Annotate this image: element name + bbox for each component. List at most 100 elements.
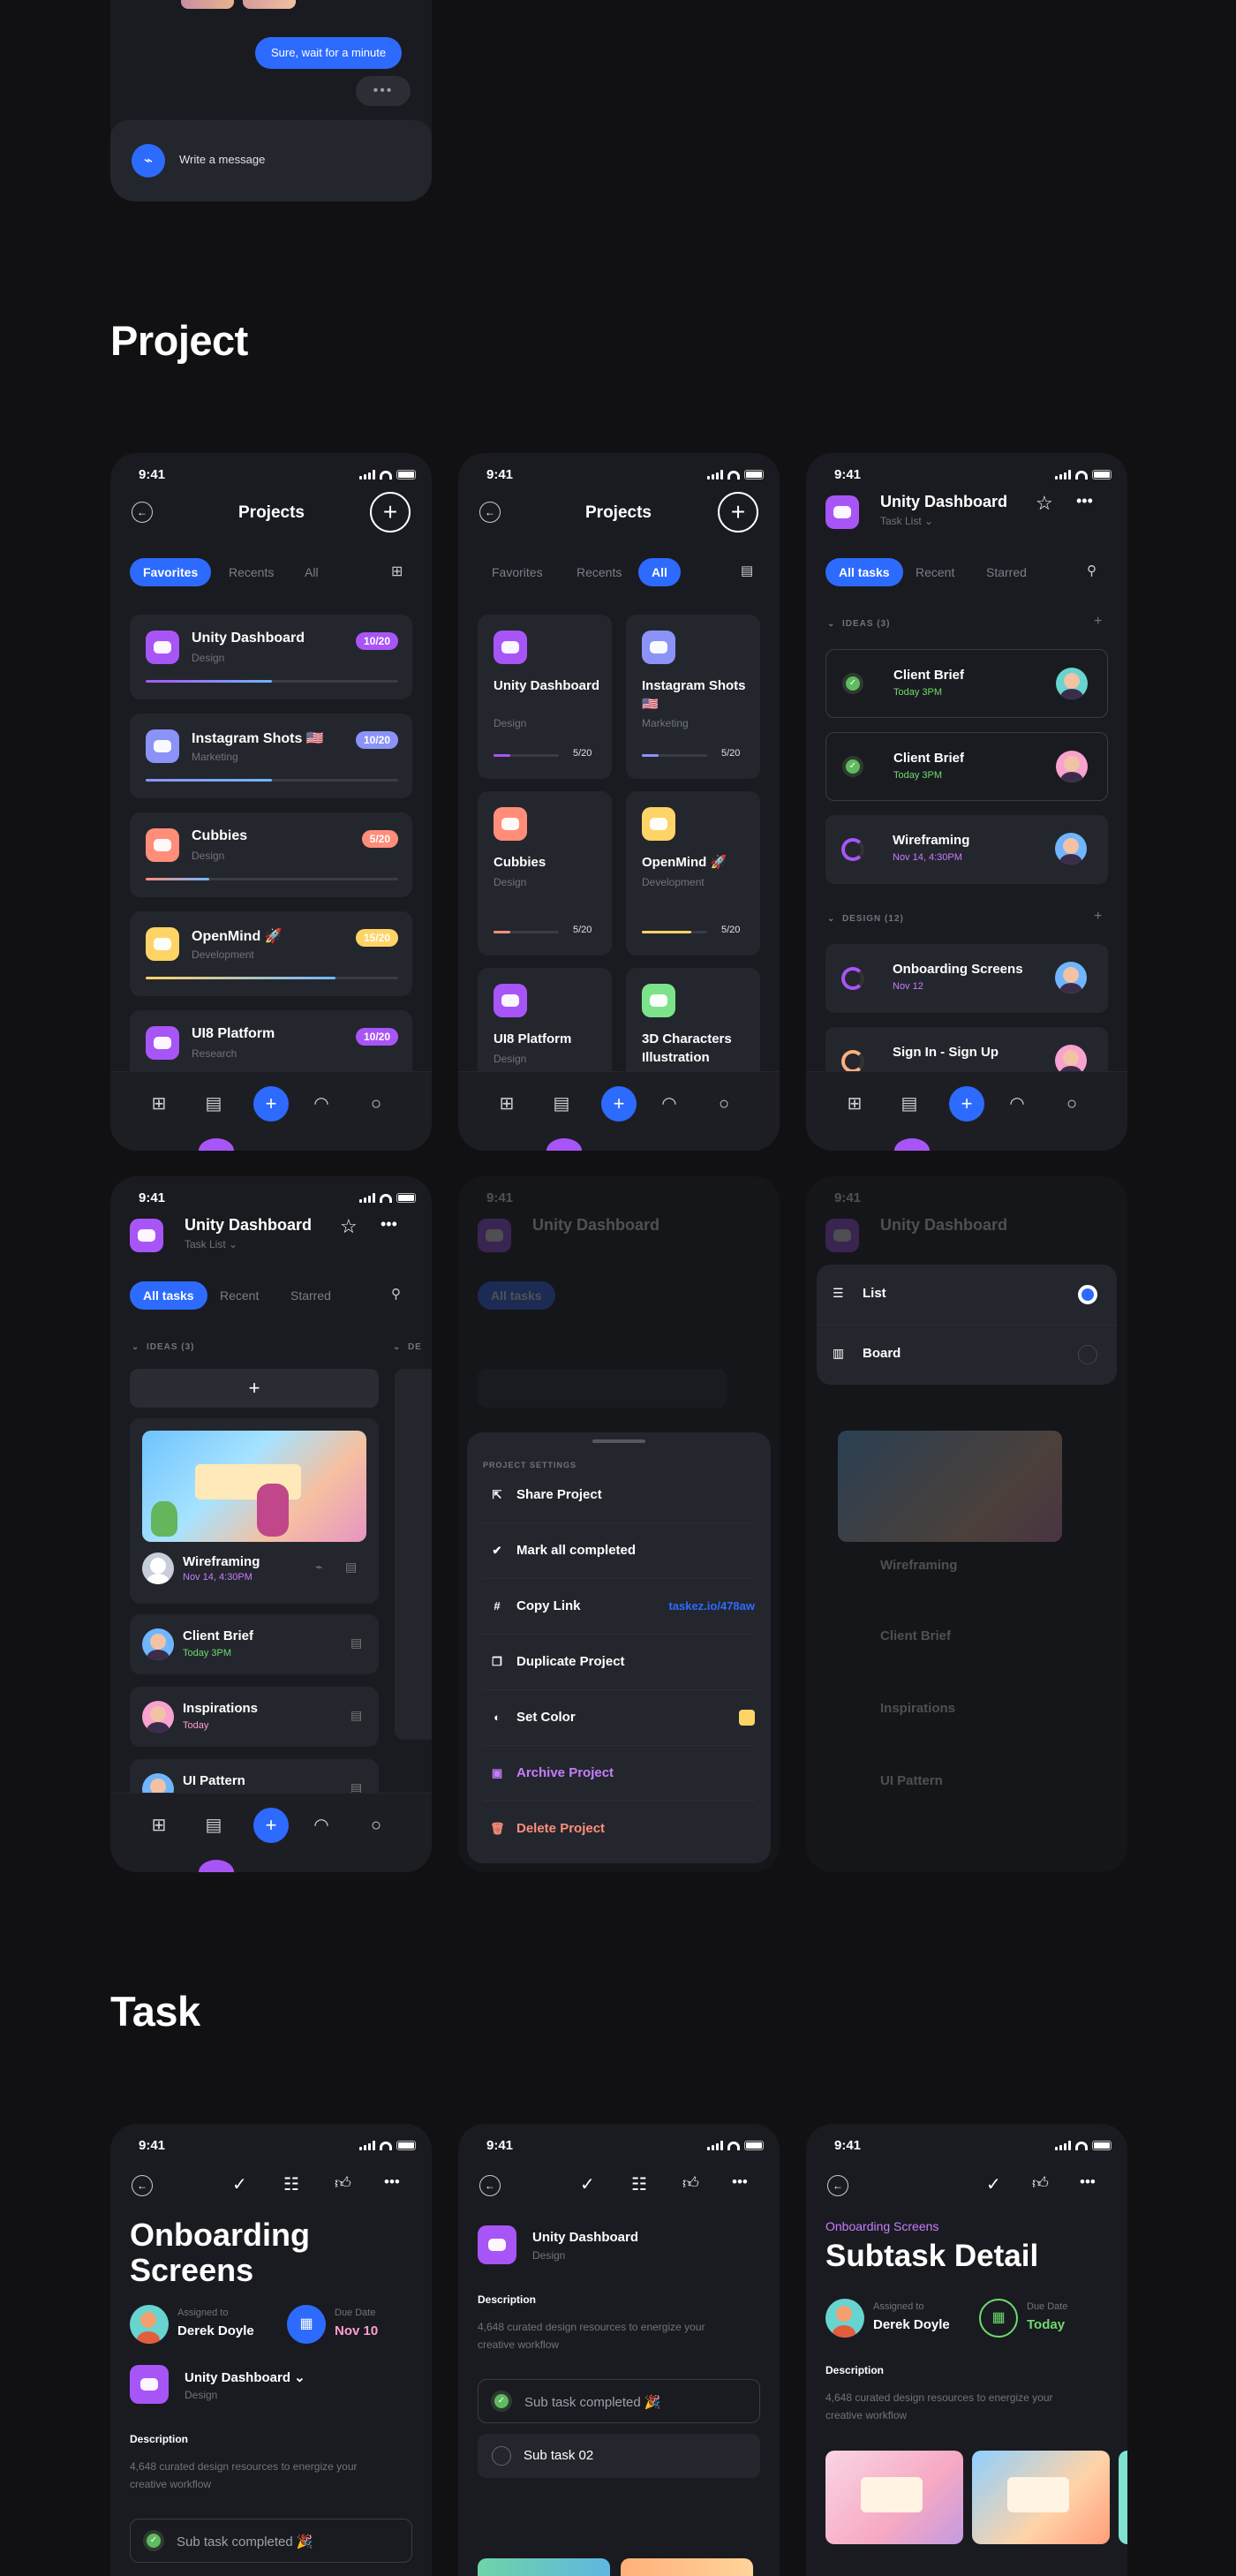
project-tile[interactable]: Unity Dashboard Design 5/20	[478, 615, 612, 779]
tab-favorites[interactable]: Favorites	[130, 558, 212, 586]
check-icon[interactable]: ✓	[232, 2173, 247, 2195]
back-button[interactable]: ←	[132, 502, 153, 523]
subtask-check-icon[interactable]: ✓	[491, 2391, 512, 2412]
tab-starred[interactable]: Starred	[986, 565, 1027, 579]
group-ideas[interactable]: ⌄ IDEAS (3)	[827, 619, 891, 629]
menu-copy-link[interactable]: # Copy Link	[490, 1598, 580, 1613]
menu-duplicate-project[interactable]: ❐ Duplicate Project	[490, 1654, 624, 1669]
calendar-icon[interactable]: ▦	[287, 2305, 326, 2344]
add-group-icon[interactable]: +	[1094, 614, 1102, 630]
message-input[interactable]: Write a message	[179, 153, 265, 166]
task-check-icon[interactable]: ✓	[842, 756, 863, 777]
tab-recent[interactable]: Recent	[220, 1288, 259, 1303]
tab-all-tasks[interactable]: All tasks	[130, 1281, 207, 1310]
back-button[interactable]: ←	[827, 2175, 848, 2196]
menu-mark-all-completed[interactable]: ✔ Mark all completed	[490, 1543, 637, 1558]
tab-starred[interactable]: Starred	[290, 1288, 331, 1303]
back-button[interactable]: ←	[479, 2175, 501, 2196]
tab-all[interactable]: All	[638, 558, 681, 586]
attachment-thumb[interactable]	[478, 2558, 610, 2576]
subtask-checkbox[interactable]	[492, 2446, 511, 2466]
view-toggle-icon[interactable]: ⊞	[391, 563, 411, 582]
tab-recent[interactable]: Recent	[916, 565, 954, 579]
star-icon[interactable]: ☆	[1036, 492, 1053, 515]
copy-link-value[interactable]: taskez.io/478aw	[668, 1599, 755, 1613]
nav-docs-icon[interactable]: ▤	[204, 1094, 223, 1114]
like-icon[interactable]: 👍︎	[1032, 2173, 1049, 2193]
message-composer[interactable]: ⌁ Write a message	[110, 120, 432, 201]
nav-bell-icon[interactable]: ◠	[312, 1094, 331, 1114]
project-card[interactable]: Cubbies Design 5/20	[130, 812, 412, 897]
attachment-thumb[interactable]	[621, 2558, 753, 2576]
task-item[interactable]: Wireframing Nov 14, 4:30PM	[825, 815, 1108, 884]
board-card[interactable]: Client Brief Today 3PM ▤	[130, 1614, 379, 1674]
project-tile[interactable]: OpenMind 🚀 Development 5/20	[626, 791, 760, 956]
filter-icon[interactable]: ⚲	[391, 1286, 401, 1302]
task-item[interactable]: ✓ Client Brief Today 3PM	[825, 732, 1108, 801]
more-icon[interactable]: •••	[1080, 2173, 1096, 2191]
project-card[interactable]: OpenMind 🚀 Development 15/20	[130, 911, 412, 996]
project-subtitle[interactable]: Task List ⌄	[185, 1238, 237, 1250]
menu-delete-project[interactable]: 🗑︎ Delete Project	[490, 1821, 605, 1836]
subtasks-icon[interactable]: ☷	[283, 2173, 299, 2195]
tab-all-tasks[interactable]: All tasks	[825, 558, 903, 586]
nav-home-icon[interactable]: ⊞	[149, 1816, 169, 1835]
nav-bell-icon[interactable]: ◠	[312, 1816, 331, 1835]
nav-bell-icon[interactable]: ◠	[1007, 1094, 1027, 1114]
filter-icon[interactable]: ⚲	[1087, 563, 1097, 578]
task-item[interactable]: ✓ Client Brief Today 3PM	[825, 649, 1108, 718]
group-design[interactable]: ⌄ DE	[393, 1342, 422, 1352]
group-design[interactable]: ⌄ DESIGN (12)	[827, 914, 904, 924]
add-group-icon[interactable]: +	[1094, 909, 1102, 925]
check-icon[interactable]: ✓	[986, 2173, 1001, 2195]
attach-icon[interactable]: ⌁	[132, 144, 165, 178]
menu-set-color[interactable]: ◐ Set Color	[490, 1710, 576, 1725]
tab-recents[interactable]: Recents	[229, 565, 274, 579]
project-card[interactable]: Unity Dashboard Design 10/20	[130, 615, 412, 699]
nav-profile-icon[interactable]: ○	[366, 1816, 386, 1835]
subtask-completed[interactable]: ✓ Sub task completed 🎉	[478, 2379, 760, 2423]
tab-favorites[interactable]: Favorites	[492, 565, 543, 579]
nav-docs-icon[interactable]: ▤	[204, 1816, 223, 1835]
view-option-board[interactable]: ▥ Board	[817, 1325, 1117, 1385]
group-ideas[interactable]: ⌄ IDEAS (3)	[132, 1342, 195, 1352]
subtask-completed[interactable]: ✓ Sub task completed 🎉	[130, 2519, 412, 2563]
nav-home-icon[interactable]: ⊞	[497, 1094, 516, 1114]
nav-docs-icon[interactable]: ▤	[552, 1094, 571, 1114]
add-card-button[interactable]: +	[130, 1369, 379, 1408]
subtask-item[interactable]: Sub task 02	[478, 2434, 760, 2478]
breadcrumb[interactable]: Onboarding Screens	[825, 2219, 938, 2233]
back-button[interactable]: ←	[132, 2175, 153, 2196]
nav-bell-icon[interactable]: ◠	[659, 1094, 679, 1114]
project-tile[interactable]: Instagram Shots 🇺🇸 Marketing 5/20	[626, 615, 760, 779]
board-card[interactable]: Inspirations Today ▤	[130, 1687, 379, 1747]
nav-profile-icon[interactable]: ○	[1062, 1094, 1082, 1114]
more-icon[interactable]: •••	[384, 2173, 400, 2191]
task-check-icon[interactable]: ✓	[842, 673, 863, 694]
add-project-button[interactable]: +	[370, 492, 411, 533]
star-icon[interactable]: ☆	[340, 1215, 358, 1238]
nav-home-icon[interactable]: ⊞	[149, 1094, 169, 1114]
nav-add-button[interactable]: +	[253, 1808, 289, 1843]
nav-docs-icon[interactable]: ▤	[900, 1094, 919, 1114]
nav-profile-icon[interactable]: ○	[366, 1094, 386, 1114]
project-name[interactable]: Unity Dashboard ⌄	[185, 2369, 305, 2385]
radio-selected[interactable]	[1078, 1285, 1097, 1304]
menu-archive-project[interactable]: ▣ Archive Project	[490, 1765, 614, 1780]
subtask-image[interactable]	[825, 2451, 963, 2544]
subtasks-icon[interactable]: ☷	[631, 2173, 647, 2195]
nav-add-button[interactable]: +	[253, 1086, 289, 1122]
subtask-image[interactable]	[1119, 2451, 1127, 2544]
tab-all[interactable]: All	[305, 565, 319, 579]
view-toggle-icon[interactable]: ▤	[741, 563, 758, 580]
task-item[interactable]: Onboarding Screens Nov 12	[825, 944, 1108, 1013]
add-project-button[interactable]: +	[718, 492, 758, 533]
nav-profile-icon[interactable]: ○	[714, 1094, 734, 1114]
radio-unselected[interactable]	[1078, 1345, 1097, 1364]
nav-add-button[interactable]: +	[949, 1086, 984, 1122]
more-icon[interactable]: •••	[732, 2173, 748, 2191]
project-subtitle[interactable]: Task List ⌄	[880, 515, 933, 527]
calendar-icon[interactable]: ▦	[979, 2299, 1018, 2338]
like-icon[interactable]: 👍︎	[682, 2173, 699, 2193]
nav-home-icon[interactable]: ⊞	[845, 1094, 864, 1114]
